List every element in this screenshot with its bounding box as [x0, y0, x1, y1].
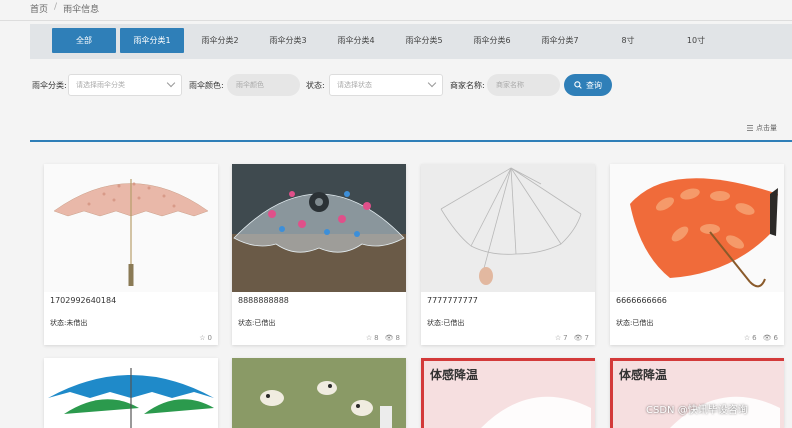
umbrella-image [481, 396, 591, 428]
likes[interactable]: ☆ 0 [199, 334, 212, 342]
watermark: CSDN @快讯毕设咨询 [646, 405, 748, 416]
category-select-placeholder: 请选择雨伞分类 [76, 81, 125, 89]
umbrella-id: 1702992640184 [50, 296, 117, 305]
views: 👁 8 [385, 334, 400, 342]
tab-8-inch[interactable]: 8寸 [596, 28, 660, 53]
status-select[interactable]: 请选择状态 [329, 74, 443, 96]
umbrella-card[interactable]: 体感降温 [610, 358, 784, 428]
umbrella-image [232, 164, 406, 292]
umbrella-status: 状态:未借出 [50, 319, 88, 327]
sort-label: 点击量 [756, 124, 777, 132]
star-icon: ☆ [365, 334, 373, 342]
chevron-down-icon [427, 78, 437, 88]
umbrella-status: 状态:已借出 [427, 319, 465, 327]
tab-category-2[interactable]: 雨伞分类2 [188, 28, 252, 53]
breadcrumb-home[interactable]: 首页 [30, 2, 48, 15]
umbrella-image [44, 164, 218, 292]
umbrella-image [232, 358, 406, 428]
sort-by-views[interactable]: 点击量 [747, 123, 777, 133]
list-icon [747, 125, 753, 131]
eye-icon: 👁 [573, 334, 583, 342]
category-tabs: 全部 雨伞分类1 雨伞分类2 雨伞分类3 雨伞分类4 雨伞分类5 雨伞分类6 雨… [30, 24, 792, 59]
umbrella-card[interactable]: 8888888888 状态:已借出 ☆ 8 👁 8 [232, 164, 406, 345]
tab-category-6[interactable]: 雨伞分类6 [460, 28, 524, 53]
umbrella-image [421, 164, 595, 292]
umbrella-card[interactable] [232, 358, 406, 428]
breadcrumb: 首页 / 雨伞信息 [30, 2, 99, 15]
color-input-placeholder: 雨伞颜色 [236, 81, 264, 89]
likes[interactable]: ☆ 7 [555, 334, 568, 342]
likes-count: 6 [752, 334, 757, 342]
umbrella-card[interactable]: 6666666666 状态:已借出 ☆ 6 👁 6 [610, 164, 784, 345]
umbrella-card[interactable]: 1702992640184 状态:未借出 ☆ 0 [44, 164, 218, 345]
umbrella-status: 状态:已借出 [616, 319, 654, 327]
umbrella-card[interactable] [44, 358, 218, 428]
umbrella-stats: ☆ 0 [199, 334, 212, 342]
umbrella-card[interactable]: 7777777777 状态:已借出 ☆ 7 👁 7 [421, 164, 595, 345]
likes[interactable]: ☆ 6 [744, 334, 757, 342]
umbrella-id: 8888888888 [238, 296, 289, 305]
breadcrumb-separator: / [54, 2, 58, 12]
category-select[interactable]: 请选择雨伞分类 [68, 74, 182, 96]
merchant-input-placeholder: 商家名称 [496, 81, 524, 89]
color-filter-label: 雨伞颜色: [189, 81, 224, 90]
likes[interactable]: ☆ 8 [366, 334, 379, 342]
status-filter-label: 状态: [306, 81, 325, 90]
umbrella-image [610, 164, 784, 292]
search-button[interactable]: 查询 [564, 74, 612, 96]
tab-category-7[interactable]: 雨伞分类7 [528, 28, 592, 53]
eye-icon: 👁 [762, 334, 772, 342]
likes-count: 0 [207, 334, 212, 342]
likes-count: 7 [563, 334, 568, 342]
tab-category-3[interactable]: 雨伞分类3 [256, 28, 320, 53]
umbrella-id: 6666666666 [616, 296, 667, 305]
views: 👁 7 [574, 334, 589, 342]
umbrella-stats: ☆ 8 👁 8 [366, 334, 400, 342]
views: 👁 6 [763, 334, 778, 342]
umbrella-stats: ☆ 6 👁 6 [744, 334, 778, 342]
eye-icon: 👁 [384, 334, 394, 342]
star-icon: ☆ [199, 334, 206, 342]
filter-bar: 雨伞分类: 请选择雨伞分类 雨伞颜色: 雨伞颜色 状态: 请选择状态 商家名称:… [0, 72, 792, 98]
umbrella-image [670, 396, 780, 428]
views-count: 7 [584, 334, 589, 342]
umbrella-image [48, 368, 214, 428]
star-icon: ☆ [743, 334, 751, 342]
tab-category-1[interactable]: 雨伞分类1 [120, 28, 184, 53]
umbrella-status: 状态:已借出 [238, 319, 276, 327]
tab-category-5[interactable]: 雨伞分类5 [392, 28, 456, 53]
section-divider [30, 140, 792, 142]
status-select-placeholder: 请选择状态 [337, 81, 372, 89]
merchant-input[interactable]: 商家名称 [487, 74, 560, 96]
search-button-label: 查询 [586, 80, 602, 90]
likes-count: 8 [374, 334, 379, 342]
color-input[interactable]: 雨伞颜色 [227, 74, 300, 96]
tab-category-4[interactable]: 雨伞分类4 [324, 28, 388, 53]
tab-10-inch[interactable]: 10寸 [664, 28, 728, 53]
views-count: 8 [395, 334, 400, 342]
search-icon [574, 81, 582, 89]
merchant-filter-label: 商家名称: [450, 81, 485, 90]
tab-all[interactable]: 全部 [52, 28, 116, 53]
category-filter-label: 雨伞分类: [32, 81, 67, 90]
chevron-down-icon [166, 78, 176, 88]
umbrella-id: 7777777777 [427, 296, 478, 305]
star-icon: ☆ [554, 334, 562, 342]
umbrella-stats: ☆ 7 👁 7 [555, 334, 589, 342]
breadcrumb-current: 雨伞信息 [63, 5, 100, 15]
umbrella-card[interactable]: 体感降温 [421, 358, 595, 428]
header-divider [0, 20, 792, 21]
views-count: 6 [773, 334, 778, 342]
